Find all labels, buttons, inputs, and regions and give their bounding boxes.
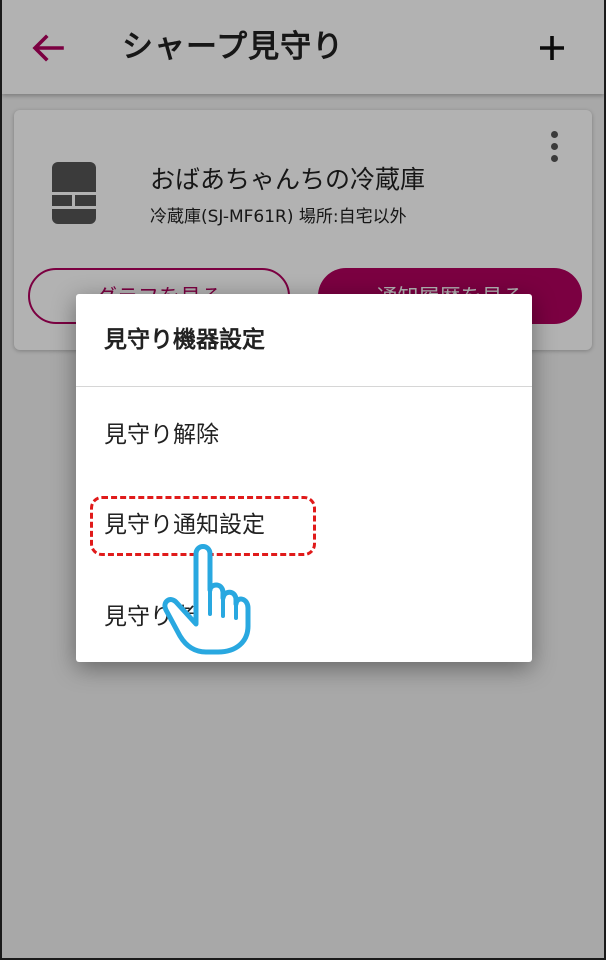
hand-pointer-icon bbox=[162, 544, 251, 655]
menu-item-unwatch[interactable]: 見守り解除 bbox=[104, 418, 219, 452]
dialog-divider bbox=[76, 386, 532, 387]
device-settings-dialog: 見守り機器設定 見守り解除 見守り通知設定 見守り者一覧 bbox=[76, 294, 532, 662]
dialog-title: 見守り機器設定 bbox=[104, 327, 265, 353]
screen: シャープ見守り おばあちゃんちの冷蔵庫 冷蔵庫(SJ-MF61R) 場所:自宅以… bbox=[2, 0, 604, 958]
